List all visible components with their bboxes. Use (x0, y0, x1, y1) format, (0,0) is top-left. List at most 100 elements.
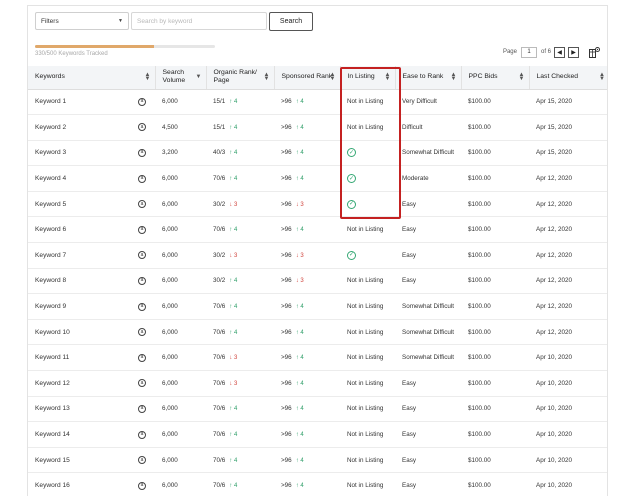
in-listing-cell: ✓ (340, 242, 395, 269)
page-number-input[interactable]: 1 (520, 46, 537, 58)
ease-to-rank-cell: Easy (395, 396, 461, 423)
last-checked-value: Apr 10, 2020 (536, 354, 573, 362)
keyword-name: Keyword 15 (35, 456, 70, 464)
amazon-icon[interactable]: a (138, 404, 146, 413)
amazon-icon[interactable]: a (138, 328, 146, 337)
amazon-icon[interactable]: a (138, 276, 146, 285)
arrow-down-icon: ↓ 3 (295, 201, 304, 208)
table-row[interactable]: Keyword 10 a 6,000 70/6 ↑ 4 >96 ↑ 4 Not in List… (28, 319, 607, 346)
page-label: Page (502, 49, 517, 55)
check-circle-icon: ✓ (347, 174, 356, 184)
table-row[interactable]: Keyword 8 a 6,000 30/2 ↑ 4 >96 ↓ 3 Not in Listi… (28, 268, 607, 295)
organic-delta: 4 (233, 406, 238, 413)
organic-rank-value: 70/6 (213, 456, 226, 464)
keyword-cell[interactable]: Keyword 9 a (28, 293, 155, 320)
keyword-cell[interactable]: Keyword 2 a (28, 114, 155, 141)
table-row[interactable]: Keyword 9 a 6,000 70/6 ↑ 4 >96 ↑ 4 Not in Listi… (28, 293, 607, 320)
amazon-icon[interactable]: a (138, 456, 146, 465)
amazon-icon[interactable]: a (138, 123, 146, 132)
table-row[interactable]: Keyword 6 a 6,000 70/6 ↑ 4 >96 ↑ 4 Not in Listi… (28, 216, 607, 244)
keyword-cell[interactable]: Keyword 13 a (28, 396, 155, 423)
table-row[interactable]: Keyword 12 a 6,000 70/6 ↓ 3 >96 ↑ 4 Not in List… (28, 370, 607, 397)
ppc-bid-value: $100.00 (468, 175, 491, 183)
table-row[interactable]: Keyword 15 a 6,000 70/6 ↑ 4 >96 ↑ 4 Not in List… (28, 447, 607, 474)
col-search-volume[interactable]: Search Volume ▼ (155, 66, 207, 90)
col-last-checked[interactable]: Last Checked ▲ ▼ (529, 66, 607, 90)
col-ease-to-rank[interactable]: Ease to Rank ▲ ▼ (395, 66, 462, 90)
keyword-name: Keyword 9 (35, 303, 67, 311)
col-organic-rank[interactable]: Organic Rank/ Page ▲ ▼ (206, 66, 275, 90)
search-volume-value: 6,000 (162, 354, 178, 362)
organic-rank-value: 30/2 (213, 251, 226, 259)
keyword-name: Keyword 12 (35, 379, 70, 387)
keyword-cell[interactable]: Keyword 7 a (28, 242, 155, 269)
organic-delta: 3 (233, 201, 238, 208)
arrow-up-icon: ↑ 4 (229, 304, 238, 311)
last-checked-value: Apr 15, 2020 (536, 149, 573, 157)
col-keywords[interactable]: Keywords ▲ ▼ (28, 66, 156, 90)
check-circle-icon: ✓ (347, 148, 356, 158)
keyword-cell[interactable]: Keyword 1 a (28, 89, 155, 116)
keyword-cell[interactable]: Keyword 11 a (28, 344, 155, 372)
search-volume-value: 6,000 (162, 200, 178, 208)
amazon-icon[interactable]: a (138, 481, 146, 490)
filters-dropdown[interactable]: Filters ▼ (35, 12, 129, 30)
keyword-cell[interactable]: Keyword 14 a (28, 421, 155, 448)
keyword-cell[interactable]: Keyword 6 a (28, 216, 155, 244)
search-volume-value: 6,000 (162, 175, 178, 183)
col-sponsored-rank[interactable]: Sponsored Rank ▲ ▼ (274, 66, 341, 90)
amazon-icon[interactable]: a (138, 353, 146, 362)
table-row[interactable]: Keyword 5 a 6,000 30/2 ↓ 3 >96 ↓ 3 ✓ Easy $100.00… (28, 191, 607, 218)
in-listing-cell: ✓ (340, 165, 395, 192)
ppc-bid-cell: $100.00 (461, 370, 529, 397)
search-volume-cell: 6,000 (155, 242, 206, 269)
col-in-listing[interactable]: In Listing ▲ ▼ (340, 66, 396, 90)
table-row[interactable]: Keyword 13 a 6,000 70/6 ↑ 4 >96 ↑ 4 Not in List… (28, 396, 607, 423)
amazon-icon[interactable]: a (138, 430, 146, 439)
keyword-cell[interactable]: Keyword 16 a (28, 472, 155, 496)
sponsored-rank-value: >96 (281, 123, 292, 131)
table-row[interactable]: Keyword 2 a 4,500 15/1 ↑ 4 >96 ↑ 4 Not in Listi… (28, 114, 607, 141)
in-listing-text: Not in Listing (347, 328, 384, 336)
ppc-bid-value: $100.00 (468, 431, 491, 439)
table-row[interactable]: Keyword 16 a 6,000 70/6 ↑ 4 >96 ↑ 4 Not in List… (28, 472, 607, 496)
amazon-icon[interactable]: a (138, 97, 146, 106)
keyword-cell[interactable]: Keyword 3 a (28, 140, 155, 167)
sponsored-rank-value: >96 (281, 354, 292, 362)
column-settings-icon[interactable] (588, 46, 600, 58)
last-checked-value: Apr 12, 2020 (536, 303, 573, 311)
keyword-cell[interactable]: Keyword 5 a (28, 191, 155, 218)
amazon-icon[interactable]: a (138, 225, 146, 234)
amazon-icon[interactable]: a (138, 379, 146, 388)
col-ppc-bids[interactable]: PPC Bids ▲ ▼ (461, 66, 530, 90)
in-listing-cell: Not in Listing (340, 89, 395, 116)
col-label: Sponsored Rank (281, 73, 333, 81)
search-button[interactable]: Search (269, 11, 313, 31)
ease-to-rank-cell: Somewhat Difficult (395, 344, 461, 372)
next-page-button[interactable]: ▶ (568, 46, 579, 58)
search-input[interactable] (131, 12, 267, 30)
prev-page-button[interactable]: ◀ (554, 46, 565, 58)
amazon-icon[interactable]: a (138, 174, 146, 183)
table-row[interactable]: Keyword 4 a 6,000 70/6 ↑ 4 >96 ↑ 4 ✓ Moderate $10… (28, 165, 607, 192)
keyword-cell[interactable]: Keyword 12 a (28, 370, 155, 397)
search-volume-cell: 6,000 (155, 396, 206, 423)
amazon-icon[interactable]: a (138, 148, 146, 157)
table-row[interactable]: Keyword 1 a 6,000 15/1 ↑ 4 >96 ↑ 4 Not in Listi… (28, 89, 607, 116)
amazon-icon[interactable]: a (138, 200, 146, 209)
amazon-icon[interactable]: a (138, 251, 146, 260)
table-row[interactable]: Keyword 3 a 3,200 40/3 ↑ 4 >96 ↑ 4 ✓ Somewhat Di… (28, 140, 607, 167)
keyword-cell[interactable]: Keyword 8 a (28, 268, 155, 295)
table-row[interactable]: Keyword 7 a 6,000 30/2 ↓ 3 >96 ↓ 3 ✓ Easy $100.00… (28, 242, 607, 269)
amazon-icon[interactable]: a (138, 302, 146, 311)
sponsored-delta: 4 (300, 457, 304, 464)
table-row[interactable]: Keyword 11 a 6,000 70/6 ↓ 3 >96 ↑ 4 Not in List… (28, 344, 607, 372)
ppc-bid-cell: $100.00 (461, 447, 529, 474)
arrow-up-icon: ↑ 4 (229, 432, 238, 439)
ease-to-rank-cell: Easy (395, 216, 461, 244)
table-row[interactable]: Keyword 14 a 6,000 70/6 ↑ 4 >96 ↑ 4 Not in List… (28, 421, 607, 448)
search-volume-value: 6,000 (162, 251, 178, 259)
keyword-cell[interactable]: Keyword 10 a (28, 319, 155, 346)
keyword-cell[interactable]: Keyword 15 a (28, 447, 155, 474)
keyword-cell[interactable]: Keyword 4 a (28, 165, 155, 192)
